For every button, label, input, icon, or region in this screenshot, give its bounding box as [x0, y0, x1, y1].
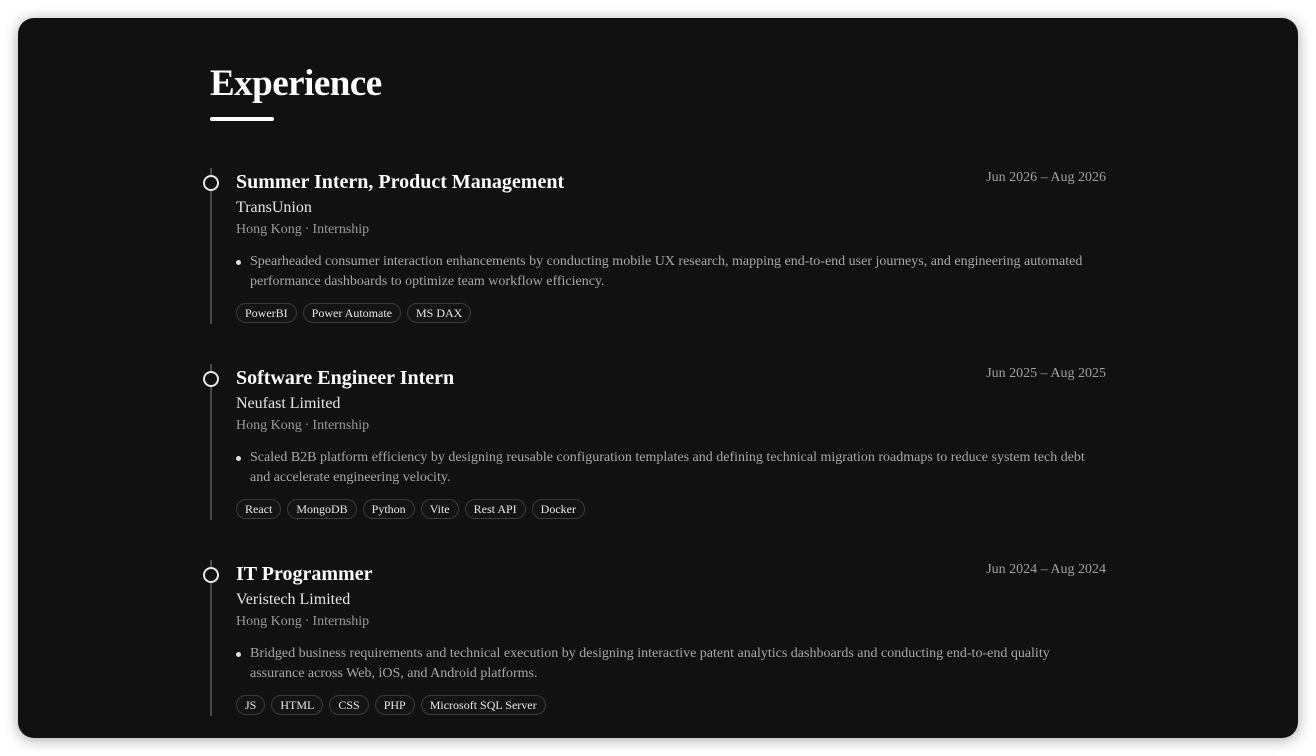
- bullet-text: Spearheaded consumer interaction enhance…: [250, 254, 1083, 289]
- date-range: Jun 2024 – Aug 2024: [986, 562, 1106, 577]
- skill-tag: React: [236, 499, 282, 519]
- timeline-line: [210, 364, 212, 520]
- timeline-dot-icon: [203, 567, 219, 583]
- employment-type: Internship: [312, 222, 370, 237]
- timeline-line: [210, 168, 212, 324]
- bullet-dot-icon: [236, 456, 241, 461]
- skill-tag: Docker: [531, 499, 585, 519]
- bullet-dot-icon: [236, 652, 241, 657]
- title-underline: [210, 117, 274, 121]
- bullet-text: Bridged business requirements and techni…: [250, 646, 1050, 681]
- skill-tag: MS DAX: [407, 303, 472, 323]
- role-title: IT Programmer: [236, 563, 373, 585]
- bullet-dot-icon: [236, 260, 241, 265]
- skill-tag: PHP: [374, 695, 415, 715]
- company-name: Neufast Limited: [236, 395, 341, 412]
- experience-entry: Software Engineer Intern Jun 2025 – Aug …: [203, 364, 1106, 520]
- company-name: TransUnion: [236, 199, 312, 216]
- entry-meta: Hong Kong · Internship: [236, 221, 369, 239]
- skill-tag: HTML: [271, 695, 324, 715]
- skill-tag: Vite: [420, 499, 459, 519]
- entry-meta: Hong Kong · Internship: [236, 417, 369, 435]
- employment-type: Internship: [312, 418, 370, 433]
- section-title: Experience: [210, 63, 382, 104]
- location: Hong Kong: [236, 222, 302, 237]
- skill-tag: CSS: [329, 695, 369, 715]
- meta-separator: ·: [304, 614, 310, 629]
- meta-separator: ·: [304, 418, 310, 433]
- tag-list: React MongoDB Python Vite Rest API Docke…: [236, 499, 585, 519]
- skill-tag: Microsoft SQL Server: [420, 695, 546, 715]
- bullet-text: Scaled B2B platform efficiency by design…: [250, 450, 1085, 485]
- experience-entry: IT Programmer Jun 2024 – Aug 2024 Verist…: [203, 560, 1106, 716]
- skill-tag: MongoDB: [287, 499, 357, 519]
- timeline-line: [210, 560, 212, 716]
- timeline-dot-icon: [203, 175, 219, 191]
- skill-tag: JS: [236, 695, 266, 715]
- experience-entry: Summer Intern, Product Management Jun 20…: [203, 168, 1106, 324]
- role-title: Software Engineer Intern: [236, 367, 455, 389]
- location: Hong Kong: [236, 418, 302, 433]
- date-range: Jun 2026 – Aug 2026: [986, 170, 1106, 185]
- skill-tag: Power Automate: [302, 303, 401, 323]
- timeline-dot-icon: [203, 371, 219, 387]
- meta-separator: ·: [304, 222, 310, 237]
- employment-type: Internship: [312, 614, 370, 629]
- date-range: Jun 2025 – Aug 2025: [986, 366, 1106, 381]
- experience-panel: Experience Summer Intern, Product Manage…: [18, 18, 1298, 738]
- location: Hong Kong: [236, 614, 302, 629]
- skill-tag: Rest API: [464, 499, 526, 519]
- skill-tag: PowerBI: [236, 303, 297, 323]
- company-name: Veristech Limited: [236, 591, 351, 608]
- role-title: Summer Intern, Product Management: [236, 171, 565, 193]
- tag-list: JS HTML CSS PHP Microsoft SQL Server: [236, 695, 546, 715]
- skill-tag: Python: [362, 499, 415, 519]
- tag-list: PowerBI Power Automate MS DAX: [236, 303, 472, 323]
- entry-meta: Hong Kong · Internship: [236, 613, 369, 631]
